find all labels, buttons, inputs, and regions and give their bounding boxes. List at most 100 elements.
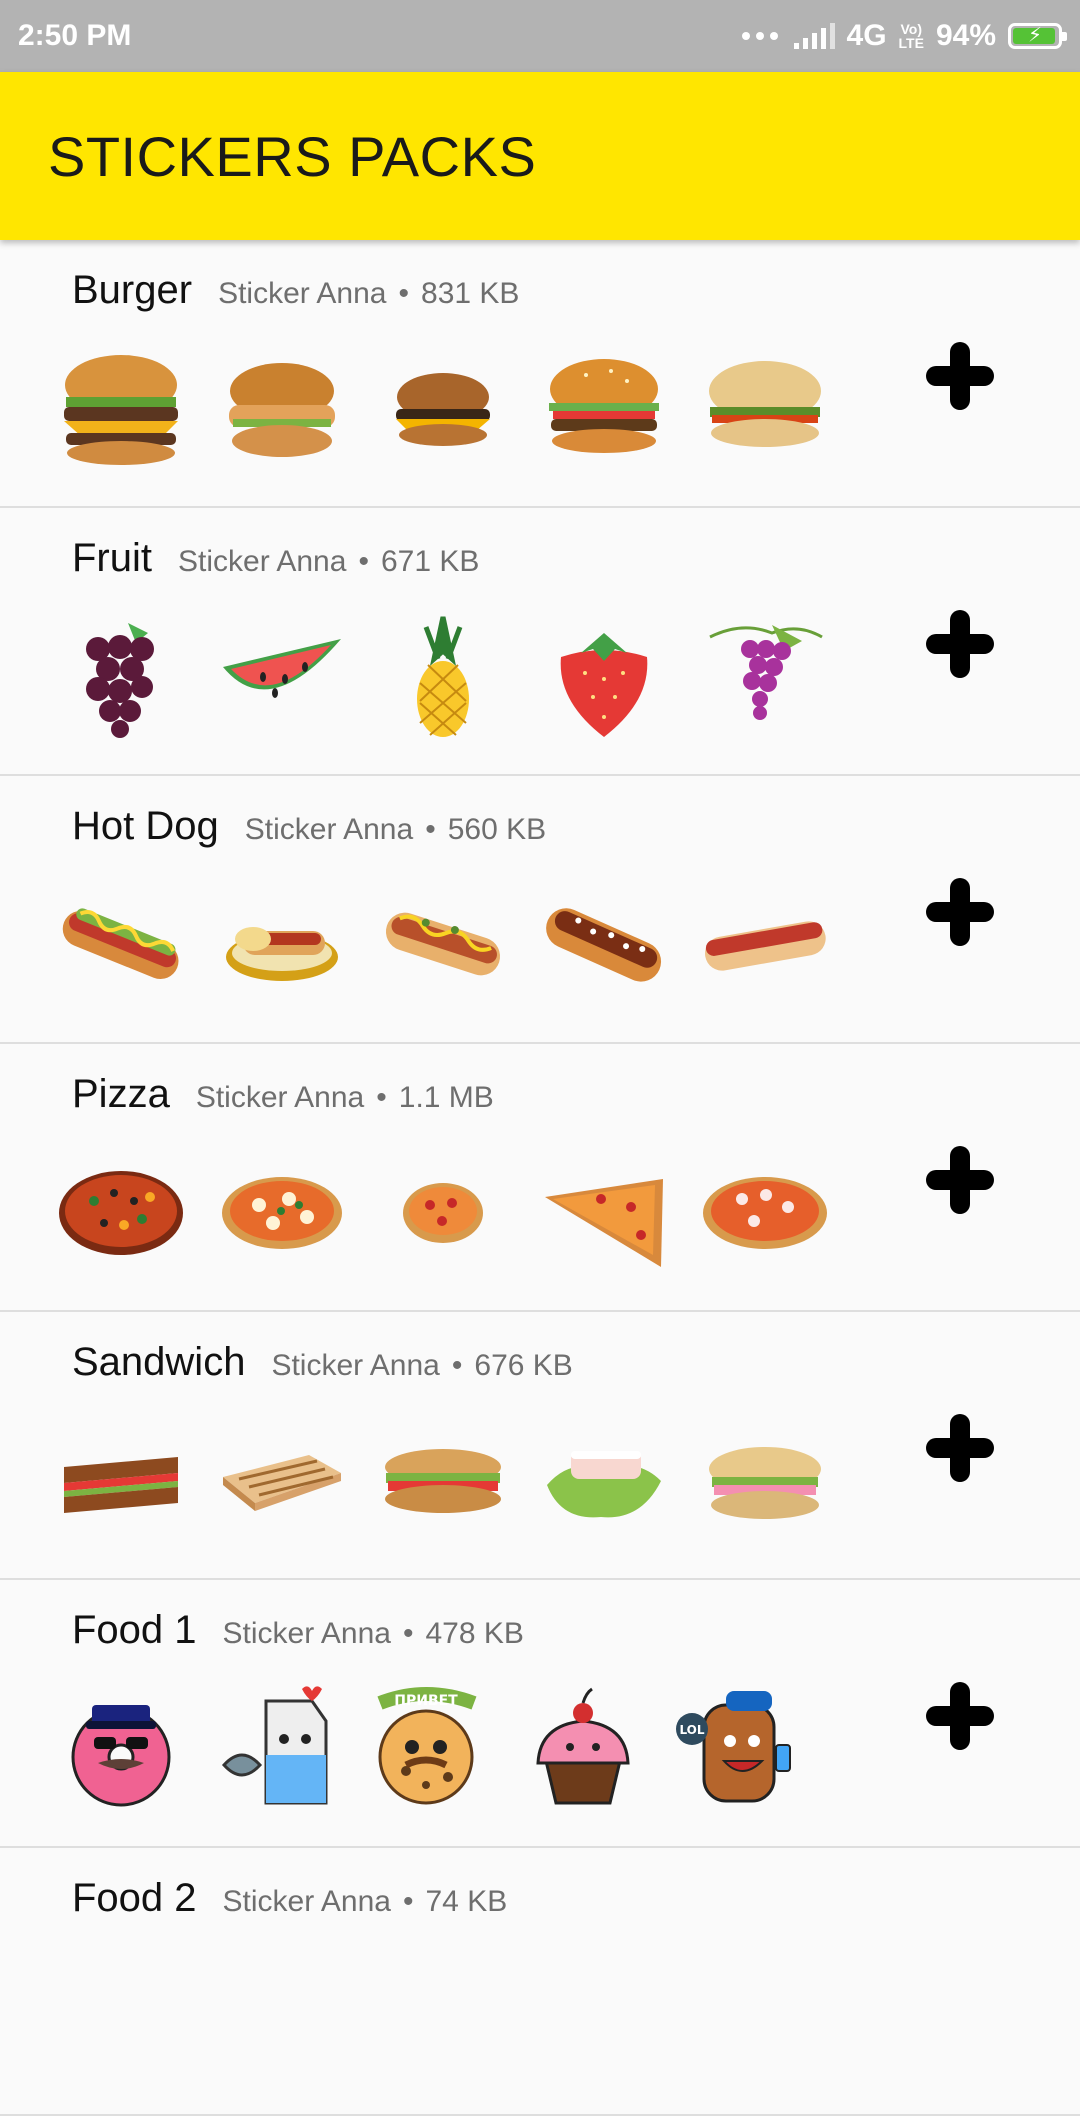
- page-title: STICKERS PACKS: [48, 124, 537, 188]
- sticker-pineapple: [380, 613, 506, 739]
- sticker-sandwich-baguette: [702, 1417, 828, 1543]
- sticker-strawberry: [541, 613, 667, 739]
- add-pack-button[interactable]: [924, 1412, 996, 1484]
- status-time: 2:50 PM: [18, 19, 132, 52]
- pack-name: Pizza: [72, 1072, 170, 1116]
- network-type: 4G: [846, 19, 887, 52]
- sticker-cookie-privet: ПРИВЕТ: [366, 1685, 492, 1811]
- sticker-pack-fruit[interactable]: Fruit Sticker Anna • 671 KB: [0, 508, 1080, 776]
- sticker-ciabatta-burger: [702, 345, 828, 471]
- sticker-pack-hot-dog[interactable]: Hot Dog Sticker Anna • 560 KB: [0, 776, 1080, 1044]
- sticker-chicken-burger: [219, 345, 345, 471]
- pack-header: Fruit Sticker Anna • 671 KB: [72, 536, 479, 581]
- add-pack-button[interactable]: [924, 1680, 996, 1752]
- status-bar: 2:50 PM 4G Vo) LTE 94% ⚡: [0, 0, 1080, 72]
- pack-name: Burger: [72, 268, 193, 312]
- pack-author: Sticker Anna: [222, 1617, 391, 1650]
- sticker-hotdog-plain: [702, 881, 828, 1007]
- sticker-pack-food-2[interactable]: Food 2 Sticker Anna • 74 KB: [0, 1848, 1080, 2116]
- sticker-preview-row: [58, 1149, 828, 1275]
- pack-header: Hot Dog Sticker Anna • 560 KB: [72, 804, 546, 849]
- pack-size: 671 KB: [380, 545, 480, 578]
- sticker-pack-sandwich[interactable]: Sandwich Sticker Anna • 676 KB: [0, 1312, 1080, 1580]
- pack-meta: Sticker Anna • 1.1 MB: [196, 1081, 494, 1115]
- add-pack-button[interactable]: [924, 608, 996, 680]
- more-notifications-icon: [741, 32, 778, 40]
- sticker-sandwich-sub: [380, 1417, 506, 1543]
- sticker-hotdog-plate: [219, 881, 345, 1007]
- plus-icon: [926, 342, 994, 410]
- sticker-pizza-seafood: [702, 1149, 828, 1275]
- app-bar: STICKERS PACKS: [0, 72, 1080, 240]
- status-icons: 4G Vo) LTE 94% ⚡: [741, 19, 1067, 53]
- plus-icon: [926, 1414, 994, 1482]
- sticker-watermelon-slice: [219, 613, 345, 739]
- sticker-preview-row: [58, 1417, 828, 1543]
- pack-meta: Sticker Anna • 560 KB: [245, 813, 546, 847]
- add-pack-button[interactable]: [924, 340, 996, 412]
- sticker-pack-list[interactable]: Burger Sticker Anna • 831 KB Fruit Stick…: [0, 240, 1080, 2116]
- sticker-hotdog-chili: [541, 881, 667, 1007]
- plus-icon: [926, 1146, 994, 1214]
- pack-separator: •: [358, 545, 369, 578]
- pack-author: Sticker Anna: [178, 545, 347, 578]
- pack-separator: •: [402, 1617, 414, 1650]
- pack-separator: •: [402, 1885, 414, 1918]
- sticker-pack-food-1[interactable]: Food 1 Sticker Anna • 478 KB ПРИВЕТ LOL: [0, 1580, 1080, 1848]
- sticker-pizza-margherita: [219, 1149, 345, 1275]
- signal-icon: [793, 23, 835, 49]
- sticker-pizza-supreme: [58, 1149, 184, 1275]
- volte-bottom: LTE: [898, 35, 924, 51]
- sticker-cheeseburger: [380, 345, 506, 471]
- sticker-preview-row: ПРИВЕТ LOL: [58, 1685, 800, 1811]
- pack-name: Food 2: [72, 1876, 197, 1920]
- volte-top: Vo): [900, 21, 922, 37]
- pack-author: Sticker Anna: [271, 1349, 440, 1382]
- pack-size: 74 KB: [425, 1885, 508, 1918]
- pack-meta: Sticker Anna • 671 KB: [178, 545, 479, 579]
- sticker-burger-double-cheese: [58, 345, 184, 471]
- pack-header: Sandwich Sticker Anna • 676 KB: [72, 1340, 573, 1385]
- sticker-preview-row: [58, 613, 828, 739]
- pack-author: Sticker Anna: [244, 813, 414, 846]
- sticker-pack-pizza[interactable]: Pizza Sticker Anna • 1.1 MB: [0, 1044, 1080, 1312]
- sticker-preview-row: [58, 881, 828, 1007]
- pack-header: Pizza Sticker Anna • 1.1 MB: [72, 1072, 494, 1117]
- sticker-hotdog-relish: [58, 881, 184, 1007]
- pack-name: Sandwich: [72, 1340, 246, 1384]
- sticker-preview-row: [58, 345, 828, 471]
- sticker-pack-burger[interactable]: Burger Sticker Anna • 831 KB: [0, 240, 1080, 508]
- pack-separator: •: [376, 1081, 387, 1114]
- sticker-pizza-slice: [541, 1149, 667, 1275]
- sticker-cupcake-cherry: [520, 1685, 646, 1811]
- pack-separator: •: [425, 813, 436, 846]
- pack-meta: Sticker Anna • 831 KB: [218, 277, 519, 311]
- plus-icon: [926, 878, 994, 946]
- sticker-pizza-small: [380, 1149, 506, 1275]
- sticker-grapes-purple: [702, 613, 828, 739]
- add-pack-button[interactable]: [924, 876, 996, 948]
- pack-size: 831 KB: [421, 277, 520, 310]
- cookie-sticker-text: ПРИВЕТ: [394, 1693, 458, 1709]
- add-pack-button[interactable]: [924, 1144, 996, 1216]
- sticker-hotdog-toppings: [380, 881, 506, 1007]
- battery-percent: 94%: [935, 19, 996, 52]
- volte-icon: Vo) LTE: [899, 22, 924, 50]
- sticker-sandwich-grilled: [219, 1417, 345, 1543]
- pack-name: Hot Dog: [72, 804, 219, 848]
- pack-header: Food 2 Sticker Anna • 74 KB: [72, 1876, 507, 1921]
- sticker-classic-burger: [541, 345, 667, 471]
- sticker-sandwich-club: [58, 1417, 184, 1543]
- pack-author: Sticker Anna: [218, 277, 387, 310]
- toast-sticker-text: LOL: [679, 1723, 704, 1737]
- pack-size: 676 KB: [474, 1349, 573, 1382]
- pack-separator: •: [451, 1349, 463, 1382]
- plus-icon: [926, 610, 994, 678]
- pack-author: Sticker Anna: [222, 1885, 391, 1918]
- pack-author: Sticker Anna: [195, 1081, 365, 1114]
- sticker-grapes-dark: [58, 613, 184, 739]
- pack-header: Food 1 Sticker Anna • 478 KB: [72, 1608, 524, 1653]
- pack-size: 560 KB: [447, 813, 547, 846]
- pack-meta: Sticker Anna • 676 KB: [271, 1349, 572, 1383]
- pack-name: Food 1: [72, 1608, 197, 1652]
